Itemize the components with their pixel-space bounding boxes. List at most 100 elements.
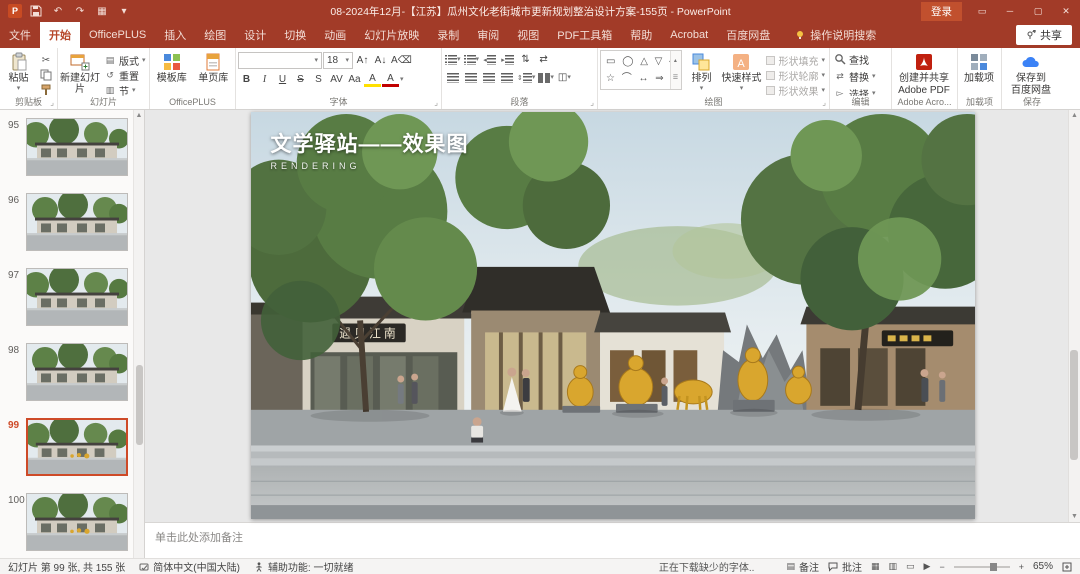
ribbon-display-options-button[interactable]: ▭ <box>968 0 996 22</box>
slide-rendering-image[interactable]: 遇见江南 <box>250 112 975 519</box>
reading-view-button[interactable]: ▭ <box>906 561 915 572</box>
columns-button[interactable]: ▾ <box>537 70 555 85</box>
thumbnail-preview[interactable] <box>26 418 128 476</box>
quick-styles-dropdown-arrow[interactable]: ▾ <box>740 85 744 92</box>
shape-effects-button[interactable]: 形状效果 ▾ <box>764 83 827 96</box>
text-shadow-button[interactable]: S <box>310 72 327 87</box>
close-button[interactable]: ✕ <box>1052 0 1080 22</box>
qat-customize-arrow[interactable]: ▾ <box>116 3 132 19</box>
scrollbar-thumb[interactable] <box>135 365 143 445</box>
shape-outline-button[interactable]: 形状轮廓 ▾ <box>764 68 827 83</box>
format-painter-button[interactable] <box>37 83 55 96</box>
slide-thumbnail-99[interactable]: 99 <box>2 418 128 476</box>
align-text-button[interactable]: ⇄ <box>535 52 552 67</box>
thumbnail-preview[interactable] <box>26 193 128 251</box>
section-button[interactable]: ▥ 节 ▾ <box>102 83 147 97</box>
select-button[interactable]: ▻ 选择 ▾ <box>832 86 889 97</box>
notes-toggle-button[interactable]: ▤ 备注 <box>786 559 819 574</box>
slide-thumbnail-96[interactable]: 96 <box>2 193 128 251</box>
paste-button[interactable]: 粘贴 ▾ <box>2 50 35 92</box>
paste-dropdown-arrow[interactable]: ▾ <box>17 85 21 92</box>
slide-title-block[interactable]: 文学驿站——效果图 RENDERING <box>271 128 469 171</box>
underline-button[interactable]: U <box>274 72 291 87</box>
zoom-slider-thumb[interactable] <box>990 562 998 571</box>
template-library-button[interactable]: 模板库 <box>152 50 192 84</box>
reset-button[interactable]: ↺ 重置 <box>102 68 147 83</box>
increase-font-size-button[interactable]: A↑ <box>354 53 371 68</box>
shape-gallery[interactable]: ▭ ◯ △ ▽ ◇ ☆ ⌒ ↔ ⇒ ▱ ▴☰▾ <box>600 50 683 90</box>
ribbon-tab-animations[interactable]: 动画 <box>315 22 355 48</box>
comments-toggle-button[interactable]: 批注 <box>828 559 862 574</box>
zoom-out-button[interactable]: − <box>939 562 944 572</box>
scrollbar-thumb[interactable] <box>1070 350 1078 460</box>
numbering-button[interactable]: ▾ <box>463 52 481 67</box>
shape-gallery-row2[interactable]: ☆ ⌒ ↔ ⇒ ▱ <box>606 70 678 87</box>
cut-button[interactable]: ✂ <box>37 53 55 67</box>
shape-fill-button[interactable]: 形状填充 ▾ <box>764 53 827 68</box>
change-case-button[interactable]: Aa <box>346 72 363 87</box>
minimize-button[interactable]: ─ <box>996 0 1024 22</box>
replace-button[interactable]: ⇄ 替换 ▾ <box>832 69 889 84</box>
italic-button[interactable]: I <box>256 72 273 87</box>
slide-counter[interactable]: 幻灯片 第 99 张, 共 155 张 <box>8 559 125 574</box>
page-library-button[interactable]: 单页库 <box>194 50 234 84</box>
ribbon-tab-home[interactable]: 开始 <box>40 22 80 48</box>
bold-button[interactable]: B <box>238 72 255 87</box>
normal-view-button[interactable]: ▦ <box>871 561 880 572</box>
font-color-button[interactable]: A <box>382 73 399 87</box>
slide-sorter-quick-icon[interactable]: ▦ <box>94 3 110 19</box>
paragraph-dialog-launcher[interactable]: ⌟ <box>590 96 594 109</box>
accessibility-checker[interactable]: 辅助功能: 一切就绪 <box>254 559 354 574</box>
new-slide-button[interactable]: 新建幻灯片 ▾ <box>60 50 100 96</box>
arrange-button[interactable]: 排列 ▾ <box>684 50 718 92</box>
fit-to-window-icon[interactable] <box>1062 562 1072 572</box>
ribbon-tab-draw[interactable]: 绘图 <box>195 22 235 48</box>
login-button[interactable]: 登录 <box>921 1 962 21</box>
line-spacing-button[interactable]: ⇕ ▾ <box>516 70 536 85</box>
text-direction-button[interactable]: ⇅ <box>517 52 534 67</box>
ribbon-tab-help[interactable]: 帮助 <box>621 22 661 48</box>
slideshow-view-button[interactable]: ▶ <box>924 561 931 572</box>
slide-thumbnail-98[interactable]: 98 <box>2 343 128 401</box>
quick-styles-button[interactable]: A 快速样式 ▾ <box>720 50 762 92</box>
ribbon-tab-pdftools[interactable]: PDF工具箱 <box>548 22 621 48</box>
thumbnail-preview[interactable] <box>26 493 128 551</box>
justify-button[interactable] <box>498 70 515 85</box>
layout-button[interactable]: ▤ 版式 ▾ <box>102 53 147 68</box>
align-center-button[interactable] <box>462 70 479 85</box>
slide-title[interactable]: 文学驿站——效果图 <box>271 128 469 158</box>
share-button[interactable]: 共享 <box>1016 25 1072 45</box>
clipboard-dialog-launcher[interactable]: ⌟ <box>50 96 54 109</box>
character-spacing-button[interactable]: AV <box>328 72 345 87</box>
ribbon-tab-baidu[interactable]: 百度网盘 <box>717 22 779 48</box>
clear-formatting-button[interactable]: A⌫ <box>390 53 413 68</box>
ribbon-tab-record[interactable]: 录制 <box>428 22 468 48</box>
thumbnail-scrollbar[interactable]: ▲ <box>133 110 144 558</box>
ribbon-tab-file[interactable]: 文件 <box>0 22 40 48</box>
ribbon-tab-review[interactable]: 审阅 <box>468 22 508 48</box>
increase-indent-button[interactable]: ▸ <box>499 52 516 67</box>
convert-smartart-button[interactable]: ◫ ▾ <box>556 70 573 85</box>
language-indicator[interactable]: 简体中文(中国大陆) <box>139 559 240 574</box>
slide-thumbnail-97[interactable]: 97 <box>2 268 128 326</box>
slide-thumbnail-95[interactable]: 95 <box>2 118 128 176</box>
slide-sorter-view-button[interactable]: ▥ <box>889 561 898 572</box>
ribbon-tab-acrobat[interactable]: Acrobat <box>661 22 717 48</box>
save-to-baidu-button[interactable]: 保存到 百度网盘 <box>1004 50 1058 96</box>
align-left-button[interactable] <box>444 70 461 85</box>
slide-thumbnail-100[interactable]: 100 <box>2 493 128 551</box>
redo-button[interactable]: ↷ <box>72 3 88 19</box>
scroll-up-arrow[interactable]: ▲ <box>1071 112 1078 119</box>
scroll-down-arrow[interactable]: ▼ <box>1071 513 1078 520</box>
align-right-button[interactable] <box>480 70 497 85</box>
maximize-button[interactable]: ▢ <box>1024 0 1052 22</box>
slide-area-scrollbar[interactable]: ▲ ▼ <box>1068 110 1080 522</box>
scroll-up-arrow[interactable]: ▲ <box>136 112 143 119</box>
zoom-in-button[interactable]: + <box>1019 562 1024 572</box>
ribbon-tab-transitions[interactable]: 切换 <box>275 22 315 48</box>
font-size-select[interactable]: 18 ▾ <box>323 52 353 69</box>
font-color-dropdown-arrow[interactable]: ▾ <box>400 76 404 83</box>
copy-button[interactable] <box>37 68 55 82</box>
arrange-dropdown-arrow[interactable]: ▾ <box>700 85 704 92</box>
tell-me-search[interactable]: 操作说明搜索 <box>795 22 876 48</box>
